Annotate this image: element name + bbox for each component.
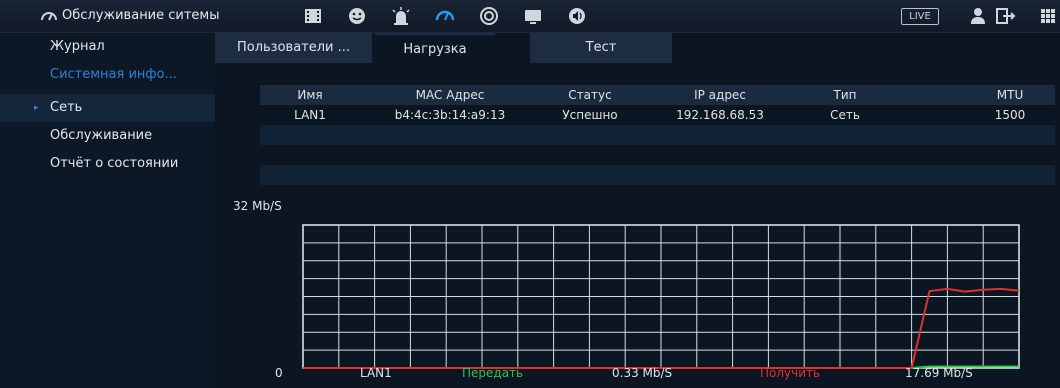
tab-test[interactable]: Тест <box>530 33 672 63</box>
chart-plot <box>302 224 1020 369</box>
speaker-icon[interactable] <box>566 5 588 27</box>
speedometer-icon[interactable] <box>434 5 456 27</box>
speedometer-icon <box>41 12 57 21</box>
table-cell: b4:4c:3b:14:a9:13 <box>394 108 506 122</box>
sidebar: Журнал Системная инфо... ▸ Сеть Обслужив… <box>0 33 215 388</box>
sidebar-item-label: Отчёт о состоянии <box>50 156 179 171</box>
column-header: Тип <box>833 88 857 102</box>
table-row <box>260 145 1055 165</box>
sidebar-item-maintenance[interactable]: Обслуживание <box>0 122 215 150</box>
column-header: MAC Адрес <box>415 88 485 102</box>
tab-load[interactable]: Нагрузка <box>375 33 495 63</box>
table-cell: LAN1 <box>294 108 326 122</box>
sidebar-item-status-report[interactable]: Отчёт о состоянии <box>0 150 215 178</box>
tab-label: Тест <box>585 40 617 55</box>
column-header: MTU <box>996 88 1024 102</box>
y-axis-min-label: 0 <box>275 366 283 380</box>
sidebar-item-label: Журнал <box>50 39 105 54</box>
sidebar-item-log[interactable]: Журнал <box>0 33 215 61</box>
tab-label: Пользователи ... <box>236 40 351 55</box>
live-view-button[interactable]: LIVE <box>901 8 939 25</box>
top-bar: Обслуживание ситемы LIVE <box>0 0 1060 33</box>
user-icon[interactable] <box>968 5 988 27</box>
legend-interface: LAN1 <box>360 366 392 380</box>
legend-rx-label: Получить <box>760 366 821 380</box>
column-header: Имя <box>297 88 323 102</box>
film-icon[interactable] <box>302 5 324 27</box>
table-header: Имя MAC Адрес Статус IP адрес Тип MTU <box>260 85 1055 105</box>
table-row <box>260 165 1055 185</box>
bandwidth-chart: 32 Mb/S 0 <box>215 193 1060 388</box>
sidebar-item-system-info[interactable]: Системная инфо... <box>0 61 215 89</box>
alarm-icon[interactable] <box>390 5 412 27</box>
disc-icon[interactable] <box>478 5 500 27</box>
table-cell: 1500 <box>994 108 1026 122</box>
network-table: Имя MAC Адрес Статус IP адрес Тип MTU LA… <box>260 85 1055 185</box>
sidebar-item-label: Обслуживание <box>50 128 153 143</box>
sidebar-item-label: Системная инфо... <box>50 67 177 82</box>
tab-users[interactable]: Пользователи ... <box>215 33 372 63</box>
main-content: Пользователи ... Нагрузка Тест Имя MAC А… <box>215 33 1060 388</box>
grid-icon[interactable] <box>1040 5 1056 27</box>
tab-label: Нагрузка <box>403 42 467 57</box>
page-title: Обслуживание ситемы <box>62 8 220 23</box>
table-cell: 192.168.68.53 <box>676 108 764 122</box>
logout-icon[interactable] <box>994 5 1020 27</box>
table-row[interactable]: LAN1 b4:4c:3b:14:a9:13 Успешно 192.168.6… <box>260 105 1055 125</box>
table-cell: Успешно <box>562 108 618 122</box>
sidebar-item-label: Сеть <box>50 100 83 115</box>
sidebar-item-network[interactable]: ▸ Сеть <box>0 94 215 122</box>
monitor-icon[interactable] <box>522 5 544 27</box>
column-header: Статус <box>568 88 612 102</box>
face-icon[interactable] <box>346 5 368 27</box>
legend-rx-value: 17.69 Mb/S <box>905 366 973 380</box>
column-header: IP адрес <box>694 88 746 102</box>
table-row <box>260 125 1055 145</box>
chevron-right-icon: ▸ <box>34 103 39 113</box>
legend-tx-label: Передать <box>462 366 524 380</box>
legend-tx-value: 0.33 Mb/S <box>612 366 673 380</box>
y-axis-max-label: 32 Mb/S <box>233 199 282 213</box>
table-cell: Сеть <box>830 108 860 122</box>
